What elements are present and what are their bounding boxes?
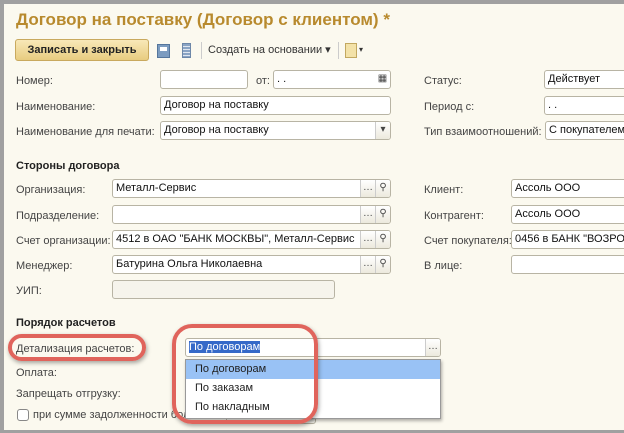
select-button[interactable]: … — [360, 206, 375, 223]
save-icon[interactable] — [157, 44, 170, 58]
period-label: Период с: — [424, 101, 475, 113]
number-label: Номер: — [16, 75, 53, 87]
save-close-button[interactable]: Записать и закрыть — [15, 39, 149, 61]
select-button[interactable]: … — [425, 339, 440, 356]
represented-input[interactable] — [511, 255, 624, 274]
form-window: Договор на поставку (Договор с клиентом)… — [0, 0, 624, 433]
org-value: Металл-Сервис — [116, 182, 197, 194]
parties-header: Стороны договора — [16, 160, 120, 172]
relation-select[interactable]: С покупателем — [545, 121, 624, 140]
client-input[interactable]: Ассоль ООО — [511, 179, 624, 198]
list-icon[interactable] — [182, 43, 191, 58]
buyer-account-label: Счет покупателя: — [424, 235, 512, 247]
search-icon[interactable]: ⚲ — [375, 180, 390, 197]
payment-label: Оплата: — [16, 367, 57, 379]
counterparty-label: Контрагент: — [424, 210, 484, 222]
create-based-menu[interactable]: Создать на основании ▾ — [208, 41, 331, 59]
toolbar-separator — [338, 42, 339, 59]
name-input[interactable]: Договор на поставку — [160, 96, 391, 115]
buyer-account-input[interactable]: 0456 в БАНК "ВОЗРОЖДЕНИЕ" — [511, 230, 624, 249]
select-button[interactable]: … — [360, 180, 375, 197]
org-account-label: Счет организации: — [16, 235, 111, 247]
search-icon[interactable]: ⚲ — [375, 231, 390, 248]
debt-checkbox[interactable] — [17, 409, 29, 421]
name-label: Наименование: — [16, 101, 96, 113]
period-input[interactable]: . . — [544, 96, 624, 115]
chevron-down-icon[interactable]: ▾ — [375, 122, 390, 139]
calendar-icon[interactable]: ▦ — [375, 71, 390, 88]
number-input[interactable] — [160, 70, 248, 89]
dept-label: Подразделение: — [16, 210, 100, 222]
org-account-value: 4512 в ОАО "БАНК МОСКВЫ", Металл-Сервис — [116, 233, 355, 245]
settlement-header: Порядок расчетов — [16, 317, 116, 329]
date-input[interactable]: . . ▦ — [273, 70, 391, 89]
uip-input[interactable] — [112, 280, 335, 299]
report-chevron-icon[interactable]: ▾ — [359, 41, 363, 59]
print-name-value: Договор на поставку — [164, 124, 269, 136]
represented-label: В лице: — [424, 260, 463, 272]
highlight-ring-dropdown — [172, 324, 318, 424]
search-icon[interactable]: ⚲ — [375, 206, 390, 223]
uip-label: УИП: — [16, 285, 42, 297]
select-button[interactable]: … — [360, 231, 375, 248]
dept-input[interactable]: … ⚲ — [112, 205, 391, 224]
counterparty-input[interactable]: Ассоль ООО — [511, 205, 624, 224]
print-name-label: Наименование для печати: — [16, 126, 155, 138]
date-value: . . — [277, 73, 287, 85]
client-label: Клиент: — [424, 184, 464, 196]
search-icon[interactable]: ⚲ — [375, 256, 390, 273]
print-name-select[interactable]: Договор на поставку ▾ — [160, 121, 391, 140]
forbid-shipment-label: Запрещать отгрузку: — [16, 388, 121, 400]
org-label: Организация: — [16, 184, 86, 196]
manager-label: Менеджер: — [16, 260, 73, 272]
report-icon[interactable] — [345, 43, 357, 58]
status-select[interactable]: Действует — [544, 70, 624, 89]
manager-value: Батурина Ольга Николаевна — [116, 258, 263, 270]
toolbar-separator — [201, 42, 202, 59]
org-input[interactable]: Металл-Сервис … ⚲ — [112, 179, 391, 198]
status-label: Статус: — [424, 75, 462, 87]
relation-label: Тип взаимоотношений: — [424, 126, 542, 138]
highlight-ring-label — [8, 334, 146, 361]
select-button[interactable]: … — [360, 256, 375, 273]
manager-input[interactable]: Батурина Ольга Николаевна … ⚲ — [112, 255, 391, 274]
org-account-input[interactable]: 4512 в ОАО "БАНК МОСКВЫ", Металл-Сервис …… — [112, 230, 391, 249]
date-label: от: — [256, 75, 270, 87]
page-title: Договор на поставку (Договор с клиентом)… — [16, 10, 390, 29]
